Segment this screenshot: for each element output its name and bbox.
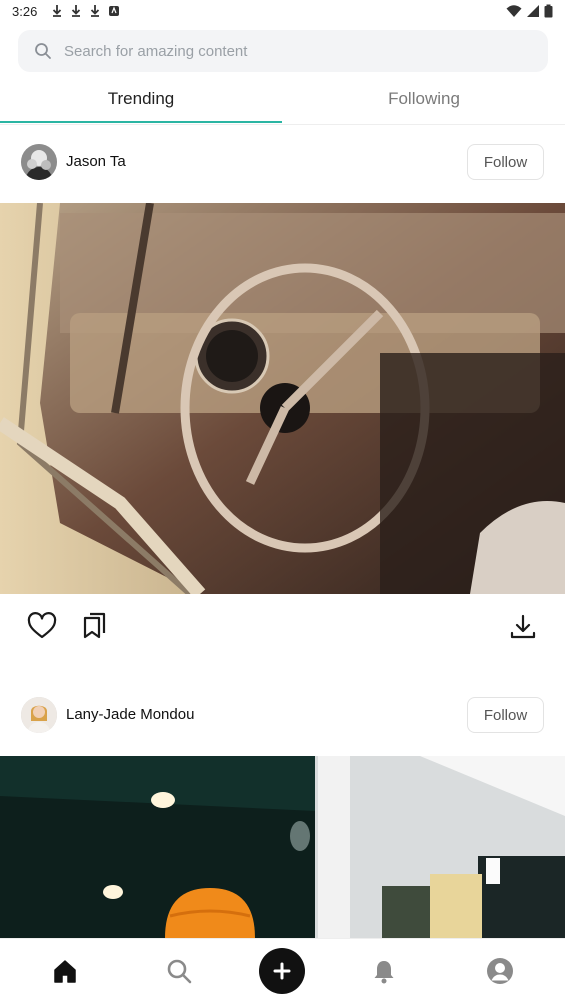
post-header: Lany-Jade Mondou Follow: [0, 678, 565, 756]
author-name[interactable]: Jason Ta: [66, 153, 126, 170]
tab-following[interactable]: Following: [283, 76, 565, 122]
profile-icon: [487, 958, 513, 984]
post-image[interactable]: [0, 203, 565, 594]
nav-notifications[interactable]: [370, 957, 398, 985]
search-bar[interactable]: [18, 30, 548, 72]
nav-home[interactable]: [51, 957, 79, 985]
post-image[interactable]: [0, 756, 565, 938]
plus-icon: [273, 962, 291, 980]
status-system-icons: [506, 4, 553, 18]
search-icon: [167, 959, 192, 984]
create-button[interactable]: [259, 948, 305, 994]
search-input[interactable]: [62, 41, 506, 61]
tab-trending[interactable]: Trending: [0, 76, 282, 122]
avatar[interactable]: [21, 144, 57, 180]
bottom-nav: [0, 938, 565, 1005]
tab-label: Following: [388, 89, 460, 108]
bookmark-icon[interactable]: [82, 612, 108, 640]
heart-icon[interactable]: [27, 612, 57, 640]
status-notifications: [50, 3, 121, 19]
vintage-car-interior-image: [0, 203, 565, 594]
download-icon: [52, 5, 62, 17]
post-actions: [0, 594, 565, 664]
follow-button[interactable]: Follow: [467, 697, 544, 733]
wifi-icon: [506, 5, 522, 17]
download-icon: [90, 5, 100, 17]
nav-profile[interactable]: [486, 957, 514, 985]
download-icon[interactable]: [510, 614, 536, 640]
nav-search[interactable]: [165, 957, 193, 985]
post-header: Jason Ta Follow: [0, 125, 565, 203]
follow-button[interactable]: Follow: [467, 144, 544, 180]
feed-tabs: Trending Following: [0, 76, 565, 125]
active-tab-indicator: [0, 121, 282, 123]
person-orange-beanie-image: [0, 756, 565, 938]
app-notification-icon: [109, 6, 119, 16]
home-icon: [54, 960, 76, 983]
tab-label: Trending: [107, 89, 175, 108]
signal-icon: [527, 5, 539, 17]
author-name[interactable]: Lany-Jade Mondou: [66, 706, 194, 723]
bell-icon: [374, 961, 394, 984]
download-icon: [71, 5, 81, 17]
battery-icon: [544, 4, 553, 18]
avatar[interactable]: [21, 697, 57, 733]
search-icon: [35, 43, 51, 59]
status-bar: 3:26: [0, 0, 565, 24]
status-time: 3:26: [12, 4, 38, 19]
